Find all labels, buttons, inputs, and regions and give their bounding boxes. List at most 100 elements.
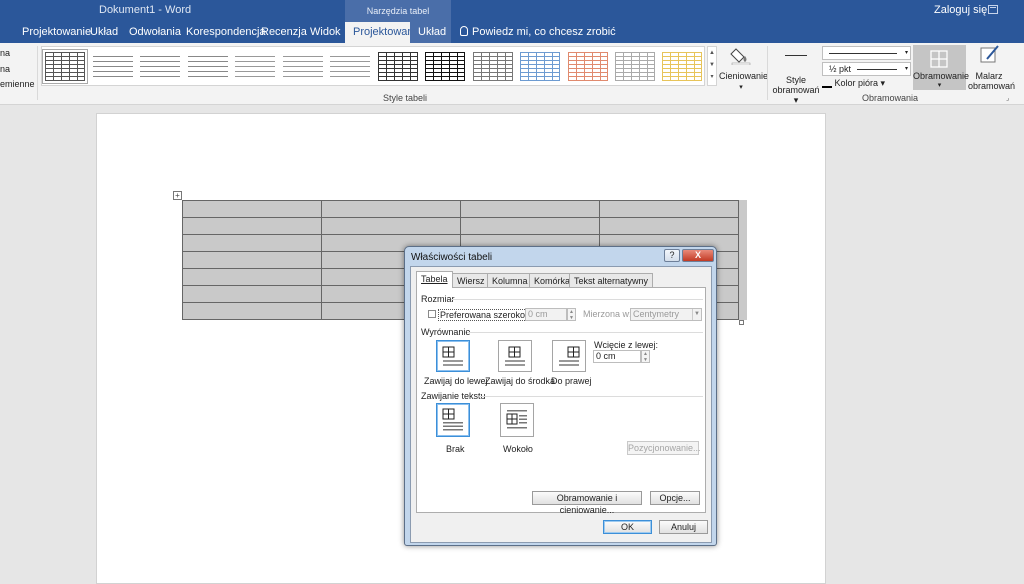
table-resize-handle[interactable] xyxy=(739,320,744,325)
border-line-icon xyxy=(785,55,807,71)
shading-button[interactable]: Cieniowanie ▾ xyxy=(719,45,768,93)
tab-widok[interactable]: Widok xyxy=(302,22,349,43)
table-style-swatch[interactable] xyxy=(615,52,655,81)
painter-label: Malarz xyxy=(975,71,1003,81)
table-cell[interactable] xyxy=(321,200,461,218)
measure-in-label: Mierzona w: xyxy=(583,309,632,319)
table-cell[interactable] xyxy=(182,251,322,269)
preferred-width-label[interactable]: Preferowana szerokość: xyxy=(438,309,539,321)
table-style-swatch[interactable] xyxy=(568,52,608,81)
table-style-option-1[interactable]: na xyxy=(0,48,10,58)
options-button[interactable]: Opcje... xyxy=(650,491,700,505)
tab-wiersz[interactable]: Wiersz xyxy=(452,273,490,288)
painter-label2: obramowań xyxy=(968,81,1016,91)
group-separator xyxy=(767,46,768,100)
tell-me-box[interactable]: Powiedz mi, co chcesz zrobić xyxy=(460,22,616,43)
table-cell[interactable] xyxy=(321,217,461,235)
table-style-swatch[interactable] xyxy=(42,49,88,84)
wrap-around-icon xyxy=(506,410,527,429)
wrap-around-option[interactable] xyxy=(500,403,534,437)
ribbon-display-options-icon[interactable] xyxy=(988,5,998,14)
table-cell[interactable] xyxy=(182,302,322,320)
table-cell[interactable] xyxy=(182,200,322,218)
table-cell[interactable] xyxy=(182,268,322,286)
pen-color-button[interactable]: Kolor pióra ▾ xyxy=(822,78,885,89)
table-cell[interactable] xyxy=(599,200,739,218)
group-separator xyxy=(37,46,38,100)
align-right-option[interactable] xyxy=(552,340,586,372)
table-style-swatch[interactable] xyxy=(283,52,323,81)
table-tools-header: Narzędzia tabel xyxy=(345,0,451,22)
wrap-none-icon xyxy=(442,408,463,431)
shading-label: Cieniowanie xyxy=(719,71,769,81)
section-divider xyxy=(467,332,703,333)
close-button[interactable]: X xyxy=(682,249,714,262)
table-properties-dialog: Właściwości tabeli ? X Tabela Wiersz Kol… xyxy=(404,246,717,546)
align-center-caption: Zawijaj do środka xyxy=(485,376,556,386)
tab-tekst-alternatywny[interactable]: Tekst alternatywny xyxy=(569,273,654,288)
dialog-body: Tabela Wiersz Kolumna Komórka Tekst alte… xyxy=(410,266,712,543)
tab-uklad[interactable]: Układ xyxy=(82,22,126,43)
help-button[interactable]: ? xyxy=(664,249,680,262)
table-row xyxy=(182,217,739,235)
ribbon-tab-bar: Projektowanie Układ Odwołania Koresponde… xyxy=(0,22,1024,43)
window-title: Dokument1 - Word xyxy=(99,4,192,16)
indent-spinner[interactable]: ▲ ▼ xyxy=(641,350,650,363)
measure-in-select[interactable]: Centymetry ▼ xyxy=(630,308,702,321)
align-left-table-icon xyxy=(442,346,463,366)
tab-table-design[interactable]: Projektowanie xyxy=(345,22,422,43)
tab-kolumna[interactable]: Kolumna xyxy=(487,273,533,288)
borders-button[interactable]: Obramowanie ▾ xyxy=(913,45,969,90)
table-style-swatch[interactable] xyxy=(662,52,702,81)
line-style-dropdown[interactable]: ▾ xyxy=(822,46,911,60)
indent-input[interactable]: 0 cm xyxy=(593,350,641,363)
borders-group-label: Obramowania xyxy=(862,93,919,103)
title-bar: Dokument1 - Word Narzędzia tabel Zaloguj… xyxy=(0,0,1024,22)
paint-bucket-icon xyxy=(730,48,751,66)
ok-button[interactable]: OK xyxy=(603,520,652,534)
table-style-swatch[interactable] xyxy=(188,52,228,81)
wrap-around-caption: Wokoło xyxy=(503,444,533,454)
preferred-width-input[interactable]: 0 cm xyxy=(525,308,567,321)
align-center-table-icon xyxy=(505,346,525,366)
line-weight-dropdown[interactable]: ½ pkt ▾ xyxy=(822,62,911,76)
table-style-swatch[interactable] xyxy=(140,52,180,81)
border-painter-button[interactable]: Malarz obramowań xyxy=(968,45,1015,91)
table-style-swatch[interactable] xyxy=(330,52,370,81)
size-section-label: Rozmiar xyxy=(421,294,455,304)
table-style-swatch[interactable] xyxy=(473,52,513,81)
table-style-option-2[interactable]: na xyxy=(0,64,10,74)
gallery-scroll[interactable]: ▲ ▼ ▾ xyxy=(707,46,717,86)
table-cell[interactable] xyxy=(182,234,322,252)
preferred-width-spinner[interactable]: ▲ ▼ xyxy=(567,308,576,321)
table-style-swatch[interactable] xyxy=(520,52,560,81)
tab-tabela[interactable]: Tabela xyxy=(416,271,453,288)
borders-shading-button[interactable]: Obramowanie i cieniowanie... xyxy=(532,491,642,515)
cancel-button[interactable]: Anuluj xyxy=(659,520,708,534)
border-styles-label2: obramowań xyxy=(772,85,820,95)
pen-color-label: Kolor pióra xyxy=(834,78,879,88)
signin-link[interactable]: Zaloguj się xyxy=(934,4,987,16)
table-cell[interactable] xyxy=(460,200,600,218)
measure-in-value: Centymetry xyxy=(633,309,680,319)
preferred-width-checkbox[interactable] xyxy=(428,310,436,318)
tab-panel-tabela: Rozmiar Preferowana szerokość: 0 cm ▲ ▼ M… xyxy=(416,287,706,515)
table-style-swatch[interactable] xyxy=(378,52,418,81)
table-style-swatch[interactable] xyxy=(425,52,465,81)
tab-table-layout[interactable]: Układ xyxy=(410,22,451,43)
table-cell[interactable] xyxy=(182,285,322,303)
table-cell[interactable] xyxy=(599,217,739,235)
table-cell[interactable] xyxy=(182,217,322,235)
align-center-option[interactable] xyxy=(498,340,532,372)
positioning-button[interactable]: Pozycjonowanie... xyxy=(627,441,701,455)
align-left-option[interactable] xyxy=(436,340,470,372)
align-right-caption: Do prawej xyxy=(551,376,592,386)
table-style-swatch[interactable] xyxy=(93,52,133,81)
border-styles-button[interactable]: Style obramowań ▾ xyxy=(770,45,822,105)
dialog-launcher-icon[interactable]: ⌟ xyxy=(1006,94,1009,102)
table-style-swatch[interactable] xyxy=(235,52,275,81)
wrap-none-option[interactable] xyxy=(436,403,470,437)
table-move-handle-icon[interactable]: + xyxy=(173,191,182,200)
table-style-option-3[interactable]: emienne xyxy=(0,79,35,89)
table-cell[interactable] xyxy=(460,217,600,235)
